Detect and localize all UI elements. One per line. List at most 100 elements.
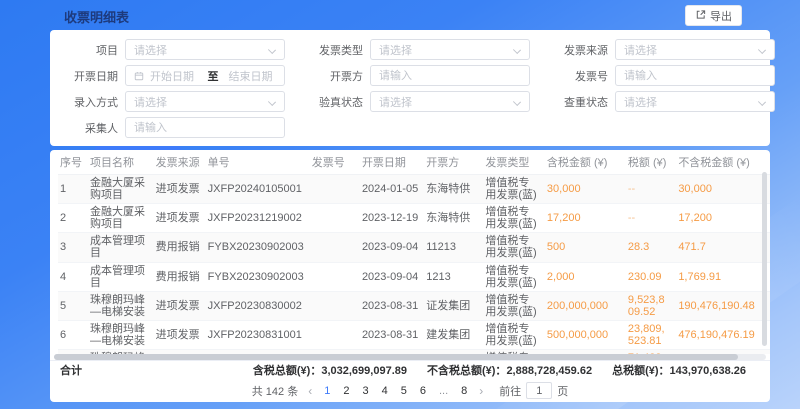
page-number-4[interactable]: 4 bbox=[380, 385, 390, 397]
filter-project-select[interactable]: 请选择 bbox=[125, 39, 285, 60]
filter-invoice-no-input[interactable] bbox=[615, 65, 775, 86]
filter-dupcheck-status-select[interactable]: 请选择 bbox=[615, 91, 775, 112]
chevron-down-icon bbox=[758, 46, 766, 54]
column-header-invoice-type: 发票类型 bbox=[483, 150, 545, 175]
cell-issuer: 东海特供 bbox=[424, 204, 483, 233]
cell-amount-excl-tax: 17,200 bbox=[676, 204, 770, 233]
table-row[interactable]: 6珠穆朗玛峰—电梯安装进项发票JXFP202308310012023-08-31… bbox=[58, 320, 770, 349]
filter-invoice-type-select[interactable]: 请选择 bbox=[370, 39, 530, 60]
page-suffix: 页 bbox=[557, 383, 568, 399]
summary-row: 合计 含税总额(¥)：3,032,699,097.89不含税总额(¥)：2,88… bbox=[50, 360, 770, 379]
cell-amount-excl-tax: 471.7 bbox=[676, 233, 770, 262]
cell-amount-incl-tax: 500 bbox=[545, 233, 626, 262]
export-label: 导出 bbox=[710, 8, 732, 24]
cell-invoice-date: 2024-01-05 bbox=[360, 175, 424, 204]
column-header-doc-no: 单号 bbox=[206, 150, 310, 175]
page-number-2[interactable]: 2 bbox=[341, 385, 351, 397]
cell-invoice-type: 增值税专用发票(蓝) bbox=[483, 320, 545, 349]
table-row[interactable]: 3成本管理项目费用报销FYBX202309020032023-09-041121… bbox=[58, 233, 770, 262]
summary-item-0: 含税总额(¥)：3,032,699,097.89 bbox=[253, 362, 407, 378]
page-ellipsis: ... bbox=[437, 385, 450, 397]
table-row[interactable]: 4成本管理项目费用报销FYBX202309020032023-09-041213… bbox=[58, 262, 770, 291]
summary-item-value: 143,970,638.26 bbox=[670, 365, 746, 377]
table-header-row: 序号项目名称发票来源单号发票号开票日期开票方发票类型含税金额 (¥)税额 (¥)… bbox=[58, 150, 770, 175]
summary-item-1: 不含税总额(¥)：2,888,728,459.62 bbox=[427, 362, 592, 378]
calendar-icon bbox=[134, 71, 144, 81]
horizontal-scrollbar-thumb[interactable] bbox=[54, 354, 738, 360]
cell-tax: -- bbox=[626, 204, 676, 233]
chevron-down-icon bbox=[758, 98, 766, 106]
table-row[interactable]: 2金融大厦采购项目进项发票JXFP202312190022023-12-19东海… bbox=[58, 204, 770, 233]
page-number-3[interactable]: 3 bbox=[360, 385, 370, 397]
prev-page-button[interactable]: ‹ bbox=[306, 384, 314, 398]
next-page-button[interactable]: › bbox=[477, 384, 485, 398]
cell-invoice-no bbox=[310, 262, 360, 291]
chevron-down-icon bbox=[268, 46, 276, 54]
filter-label-invoice-date: 开票日期 bbox=[56, 68, 118, 84]
cell-amount-excl-tax: 190,476,190.48 bbox=[676, 291, 770, 320]
filter-issuer-input[interactable] bbox=[370, 65, 530, 86]
page-number-1[interactable]: 1 bbox=[322, 385, 332, 397]
filter-field-issuer: 开票方 bbox=[301, 65, 530, 86]
filter-collector-input[interactable] bbox=[125, 117, 285, 138]
column-header-invoice-no: 发票号 bbox=[310, 150, 360, 175]
cell-project-name: 珠穆朗玛峰—电梯安装 bbox=[88, 291, 154, 320]
cell-invoice-date: 2023-08-31 bbox=[360, 320, 424, 349]
horizontal-scrollbar[interactable] bbox=[54, 354, 766, 360]
page-title: 收票明细表 bbox=[64, 7, 129, 26]
summary-item-label: 不含税总额(¥)： bbox=[427, 365, 506, 377]
cell-amount-incl-tax: 500,000,000 bbox=[545, 320, 626, 349]
goto-page-input[interactable] bbox=[526, 382, 552, 399]
filter-project-placeholder: 请选择 bbox=[134, 42, 167, 58]
cell-invoice-no bbox=[310, 204, 360, 233]
filter-panel: 项目请选择发票类型请选择发票来源请选择开票日期开始日期至结束日期开票方发票号录入… bbox=[50, 30, 770, 146]
cell-amount-excl-tax: 1,769.91 bbox=[676, 262, 770, 291]
table-row[interactable]: 5珠穆朗玛峰—电梯安装进项发票JXFP202308300022023-08-31… bbox=[58, 291, 770, 320]
filter-label-collector: 采集人 bbox=[56, 120, 118, 136]
page-number-8[interactable]: 8 bbox=[459, 385, 469, 397]
filter-verify-status-select[interactable]: 请选择 bbox=[370, 91, 530, 112]
cell-project-name: 金融大厦采购项目 bbox=[88, 204, 154, 233]
end-date-placeholder: 结束日期 bbox=[229, 68, 277, 84]
cell-issuer: 东海特供 bbox=[424, 175, 483, 204]
filter-dupcheck-status-placeholder: 请选择 bbox=[624, 94, 657, 110]
filter-label-issuer: 开票方 bbox=[301, 68, 363, 84]
cell-invoice-date: 2023-09-04 bbox=[360, 262, 424, 291]
chevron-down-icon bbox=[268, 98, 276, 106]
filter-invoice-source-select[interactable]: 请选择 bbox=[615, 39, 775, 60]
pagination-total: 共 142 条 bbox=[252, 383, 298, 399]
vertical-scrollbar[interactable] bbox=[762, 172, 767, 346]
cell-invoice-type: 增值税专用发票(蓝) bbox=[483, 204, 545, 233]
cell-no: 2 bbox=[58, 204, 88, 233]
filter-label-dupcheck-status: 查重状态 bbox=[546, 94, 608, 110]
cell-no: 1 bbox=[58, 175, 88, 204]
cell-invoice-date: 2023-08-31 bbox=[360, 291, 424, 320]
filter-label-project: 项目 bbox=[56, 42, 118, 58]
filter-invoice-date-range-picker[interactable]: 开始日期至结束日期 bbox=[125, 65, 285, 86]
filter-entry-method-select[interactable]: 请选择 bbox=[125, 91, 285, 112]
column-header-invoice-date: 开票日期 bbox=[360, 150, 424, 175]
filter-field-verify-status: 验真状态请选择 bbox=[301, 91, 530, 112]
cell-doc-no: JXFP20240105001 bbox=[206, 175, 310, 204]
column-header-invoice-source: 发票来源 bbox=[154, 150, 206, 175]
cell-doc-no: FYBX20230902003 bbox=[206, 262, 310, 291]
page-number-6[interactable]: 6 bbox=[418, 385, 428, 397]
filter-invoice-source-placeholder: 请选择 bbox=[624, 42, 657, 58]
cell-no: 4 bbox=[58, 262, 88, 291]
cell-invoice-no bbox=[310, 320, 360, 349]
column-header-amount-incl-tax: 含税金额 (¥) bbox=[545, 150, 626, 175]
top-bar: 收票明细表 导出 bbox=[50, 0, 770, 30]
cell-invoice-source: 费用报销 bbox=[154, 262, 206, 291]
page-number-5[interactable]: 5 bbox=[399, 385, 409, 397]
table-row[interactable]: 1金融大厦采购项目进项发票JXFP202401050012024-01-05东海… bbox=[58, 175, 770, 204]
goto-page: 前往 页 bbox=[499, 382, 568, 399]
filter-field-project: 项目请选择 bbox=[56, 39, 285, 60]
column-header-no: 序号 bbox=[58, 150, 88, 175]
export-button[interactable]: 导出 bbox=[685, 5, 742, 26]
cell-invoice-date: 2023-12-19 bbox=[360, 204, 424, 233]
cell-invoice-source: 进项发票 bbox=[154, 320, 206, 349]
cell-doc-no: JXFP20230830002 bbox=[206, 291, 310, 320]
page-list: 123456... 8 bbox=[322, 385, 469, 397]
cell-issuer: 建发集团 bbox=[424, 320, 483, 349]
start-date-placeholder: 开始日期 bbox=[150, 68, 198, 84]
